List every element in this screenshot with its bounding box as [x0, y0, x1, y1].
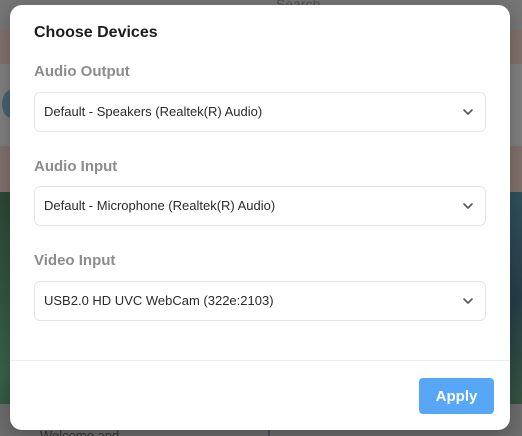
chevron-down-icon: [463, 109, 473, 115]
video-input-select[interactable]: USB2.0 HD UVC WebCam (322e:2103): [34, 281, 486, 321]
audio-input-value: Default - Microphone (Realtek(R) Audio): [44, 198, 276, 213]
dialog-title: Choose Devices: [34, 24, 158, 41]
video-input-label: Video Input: [34, 252, 116, 269]
dialog-footer-divider: [10, 360, 510, 361]
video-input-value: USB2.0 HD UVC WebCam (322e:2103): [44, 293, 274, 308]
chevron-down-icon: [463, 203, 473, 209]
audio-input-select[interactable]: Default - Microphone (Realtek(R) Audio): [34, 186, 486, 226]
choose-devices-dialog: Choose Devices Audio Output Default - Sp…: [10, 5, 510, 430]
audio-output-value: Default - Speakers (Realtek(R) Audio): [44, 104, 263, 119]
apply-button[interactable]: Apply: [419, 378, 494, 414]
audio-output-label: Audio Output: [34, 63, 130, 80]
audio-input-label: Audio Input: [34, 158, 118, 175]
chevron-down-icon: [463, 298, 473, 304]
audio-output-select[interactable]: Default - Speakers (Realtek(R) Audio): [34, 92, 486, 132]
